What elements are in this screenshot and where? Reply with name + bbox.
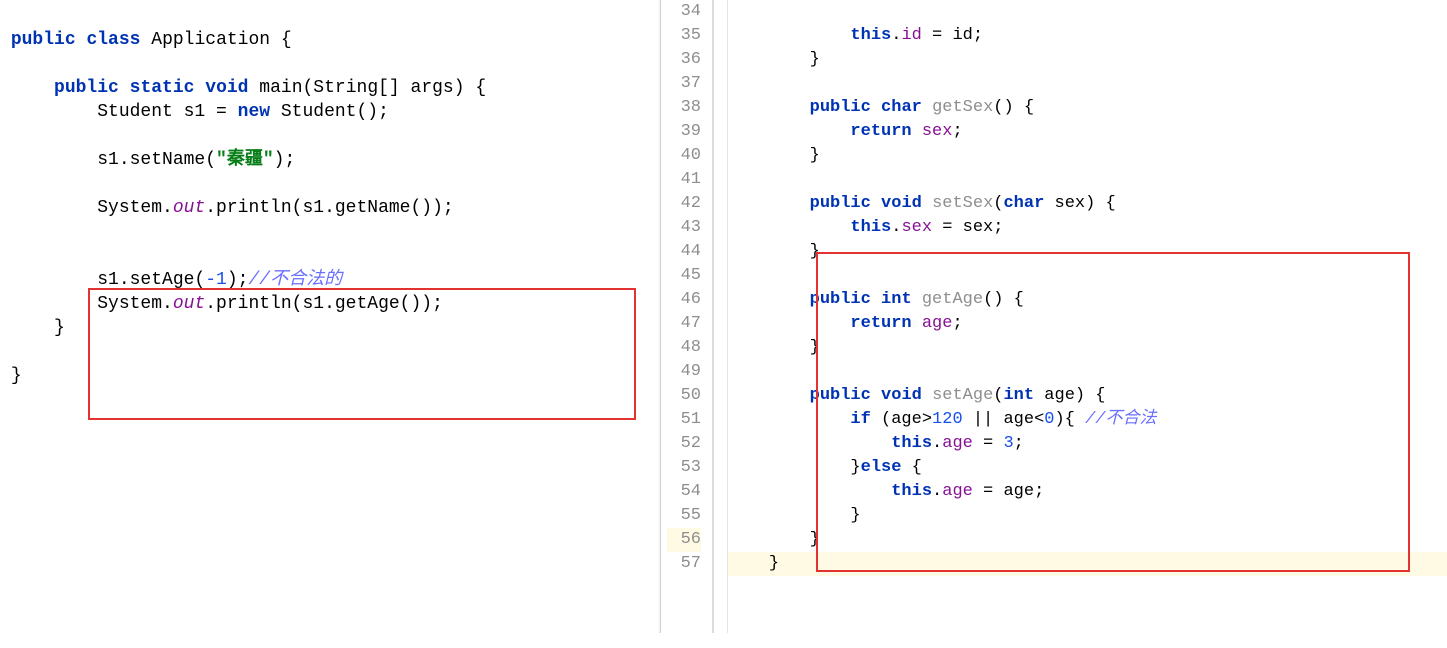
keyword-char: char bbox=[881, 98, 922, 117]
class-name: Application { bbox=[151, 30, 291, 50]
brace: } bbox=[11, 366, 22, 386]
code-text: s1.setName( bbox=[97, 150, 216, 170]
line-number: 52 bbox=[667, 432, 701, 456]
line-number: 45 bbox=[667, 264, 701, 288]
line-number: 35 bbox=[667, 24, 701, 48]
keyword-static: static bbox=[130, 78, 195, 98]
fold-gutter[interactable] bbox=[701, 0, 728, 633]
line-number: 36 bbox=[667, 48, 701, 72]
pane-divider[interactable] bbox=[660, 0, 667, 633]
code-text: = sex; bbox=[932, 218, 1003, 237]
method-setSex: setSex bbox=[932, 194, 993, 213]
line-number: 40 bbox=[667, 144, 701, 168]
line-number: 39 bbox=[667, 120, 701, 144]
brace: } bbox=[769, 554, 779, 573]
field-id: id bbox=[901, 26, 921, 45]
number-literal: -1 bbox=[205, 270, 227, 290]
highlight-box-right bbox=[816, 252, 1410, 572]
line-number: 49 bbox=[667, 360, 701, 384]
comment-illegal: //不合法的 bbox=[248, 270, 342, 290]
line-number: 53 bbox=[667, 456, 701, 480]
line-number: 41 bbox=[667, 168, 701, 192]
line-number: 38 bbox=[667, 96, 701, 120]
code-text: sex) { bbox=[1044, 194, 1115, 213]
keyword-public: public bbox=[54, 78, 119, 98]
string-literal: "秦疆" bbox=[216, 150, 274, 170]
code-text: . bbox=[891, 26, 901, 45]
highlight-box-left bbox=[88, 288, 636, 420]
code-text: System. bbox=[97, 198, 173, 218]
code-text: Student(); bbox=[270, 102, 389, 122]
line-number: 42 bbox=[667, 192, 701, 216]
field-sex: sex bbox=[901, 218, 932, 237]
keyword-void: void bbox=[205, 78, 248, 98]
line-number: 51 bbox=[667, 408, 701, 432]
line-number: 50 bbox=[667, 384, 701, 408]
right-code[interactable]: this.id = id; } public char getSex() { r… bbox=[728, 0, 1447, 633]
brace: } bbox=[810, 50, 820, 69]
keyword-public: public bbox=[11, 30, 76, 50]
keyword-class: class bbox=[86, 30, 140, 50]
fold-line-icon bbox=[712, 0, 714, 633]
keyword-this: this bbox=[850, 26, 891, 45]
method-getSex: getSex bbox=[932, 98, 993, 117]
editor-split-view: public class Application { public static… bbox=[0, 0, 1447, 633]
line-number-current: 56 bbox=[667, 528, 701, 552]
code-text: . bbox=[891, 218, 901, 237]
right-editor[interactable]: 34 35 36 37 38 39 40 41 42 43 44 45 46 4… bbox=[667, 0, 1447, 633]
line-number: 34 bbox=[667, 0, 701, 24]
code-text: Student s1 = bbox=[97, 102, 237, 122]
method-signature: main(String[] args) { bbox=[259, 78, 486, 98]
keyword-char: char bbox=[1003, 194, 1044, 213]
keyword-public: public bbox=[810, 194, 871, 213]
line-number: 37 bbox=[667, 72, 701, 96]
keyword-this: this bbox=[850, 218, 891, 237]
line-number: 47 bbox=[667, 312, 701, 336]
keyword-return: return bbox=[850, 122, 921, 141]
code-text: ); bbox=[227, 270, 249, 290]
line-number: 46 bbox=[667, 288, 701, 312]
line-number: 48 bbox=[667, 336, 701, 360]
keyword-public: public bbox=[810, 98, 871, 117]
line-number: 44 bbox=[667, 240, 701, 264]
code-text: s1.setAge( bbox=[97, 270, 205, 290]
keyword-void: void bbox=[881, 194, 922, 213]
code-text: ); bbox=[274, 150, 296, 170]
code-text: ; bbox=[952, 122, 962, 141]
field-sex: sex bbox=[922, 122, 953, 141]
line-number: 57 bbox=[667, 552, 701, 576]
code-text: ( bbox=[993, 194, 1003, 213]
brace: } bbox=[54, 318, 65, 338]
code-text: .println(s1.getName()); bbox=[205, 198, 453, 218]
code-text: = id; bbox=[922, 26, 983, 45]
static-field-out: out bbox=[173, 198, 205, 218]
brace: } bbox=[810, 146, 820, 165]
line-number: 54 bbox=[667, 480, 701, 504]
line-numbers-gutter: 34 35 36 37 38 39 40 41 42 43 44 45 46 4… bbox=[667, 0, 701, 633]
keyword-new: new bbox=[238, 102, 270, 122]
line-number: 43 bbox=[667, 216, 701, 240]
left-editor[interactable]: public class Application { public static… bbox=[0, 0, 660, 633]
line-number: 55 bbox=[667, 504, 701, 528]
code-text: () { bbox=[993, 98, 1034, 117]
